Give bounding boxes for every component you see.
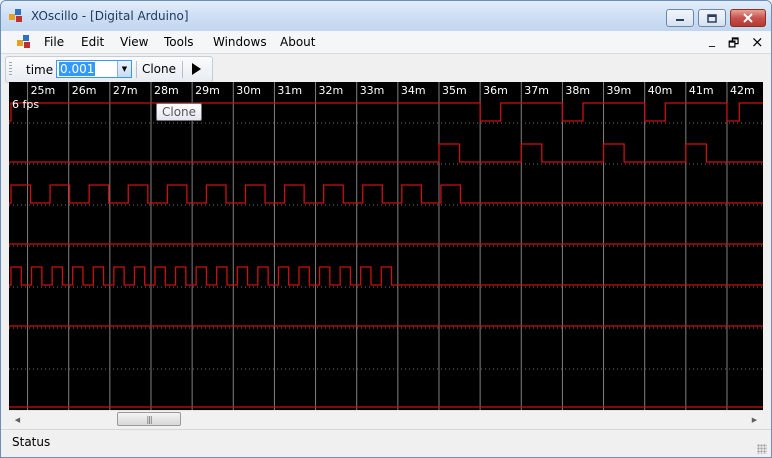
time-tick-label: 25m xyxy=(31,84,56,97)
oscilloscope-view[interactable]: 25m 26m 27m 28m 29m 30m 31m 32m 33m 34m 35m 36m 37m 3… xyxy=(9,82,763,410)
status-text: Status xyxy=(12,435,51,449)
minimize-icon xyxy=(676,19,684,21)
size-grip-icon[interactable] xyxy=(757,444,767,454)
mdi-minimize-button[interactable]: _ xyxy=(709,33,715,47)
time-tick-label: 29m xyxy=(195,84,220,97)
time-tick-label: 36m xyxy=(483,84,508,97)
time-tick-label: 33m xyxy=(360,84,385,97)
clone-button[interactable]: Clone xyxy=(139,59,179,79)
toolbar-separator xyxy=(182,61,183,78)
status-bar: Status xyxy=(1,429,771,457)
time-label: time xyxy=(26,63,54,77)
close-icon xyxy=(743,13,753,23)
time-tick-label: 30m xyxy=(236,84,261,97)
time-value[interactable]: 0.001 xyxy=(59,62,96,76)
toolbar-separator xyxy=(136,61,137,78)
time-tick-label: 34m xyxy=(401,84,426,97)
menu-windows[interactable]: Windows xyxy=(213,35,267,49)
menu-file[interactable]: File xyxy=(44,35,64,49)
time-tick-label: 41m xyxy=(689,84,714,97)
clone-tooltip: Clone xyxy=(156,103,203,121)
horizontal-scrollbar[interactable]: ◀ ||| ▶ xyxy=(9,410,763,428)
time-tick-label: 31m xyxy=(277,84,302,97)
time-tick-label: 38m xyxy=(565,84,590,97)
channel-1-trace xyxy=(9,143,763,163)
mdi-child-icon[interactable] xyxy=(17,35,31,49)
minimize-button[interactable] xyxy=(666,9,694,27)
scroll-thumb[interactable]: ||| xyxy=(117,412,181,426)
menu-view[interactable]: View xyxy=(120,35,148,49)
menu-bar: File Edit View Tools Windows About _ 🗗 × xyxy=(1,31,771,54)
time-combo[interactable]: 0.001 ▼ xyxy=(56,60,132,78)
channel-0-trace xyxy=(9,102,763,122)
menu-about[interactable]: About xyxy=(280,35,315,49)
maximize-button[interactable] xyxy=(698,9,726,27)
toolbar-grip[interactable] xyxy=(9,62,12,77)
play-button[interactable] xyxy=(186,59,206,79)
scroll-left-icon[interactable]: ◀ xyxy=(9,411,26,428)
time-tick-label: 27m xyxy=(113,84,138,97)
time-tick-label: 26m xyxy=(72,84,97,97)
channel-2-trace xyxy=(9,184,763,204)
mdi-restore-button[interactable]: 🗗 xyxy=(728,34,739,55)
close-button[interactable] xyxy=(730,9,766,27)
toolbar: time 0.001 ▼ Clone xyxy=(5,56,213,83)
play-icon xyxy=(192,63,201,75)
waveform-plot[interactable]: 25m 26m 27m 28m 29m 30m 31m 32m 33m 34m 35m 36m 37m 3… xyxy=(9,82,763,410)
time-tick-label: 28m xyxy=(154,84,179,97)
chevron-down-icon[interactable]: ▼ xyxy=(117,61,131,77)
time-tick-label: 39m xyxy=(607,84,632,97)
menu-tools[interactable]: Tools xyxy=(164,35,194,49)
title-bar[interactable]: XOscillo - [Digital Arduino] xyxy=(1,1,771,31)
time-tick-label: 32m xyxy=(319,84,344,97)
fps-label: 6 fps xyxy=(12,98,40,111)
app-icon xyxy=(9,9,22,22)
scroll-right-icon[interactable]: ▶ xyxy=(746,411,763,428)
main-window: XOscillo - [Digital Arduino] File Edit V… xyxy=(0,0,772,458)
time-tick-label: 42m xyxy=(730,84,755,97)
mdi-close-button[interactable]: × xyxy=(751,33,764,51)
window-title: XOscillo - [Digital Arduino] xyxy=(31,9,189,23)
maximize-icon xyxy=(707,13,717,23)
menu-edit[interactable]: Edit xyxy=(81,35,104,49)
time-tick-label: 37m xyxy=(524,84,549,97)
channel-4-trace xyxy=(9,266,763,286)
time-tick-label: 40m xyxy=(648,84,673,97)
time-tick-label: 35m xyxy=(442,84,467,97)
